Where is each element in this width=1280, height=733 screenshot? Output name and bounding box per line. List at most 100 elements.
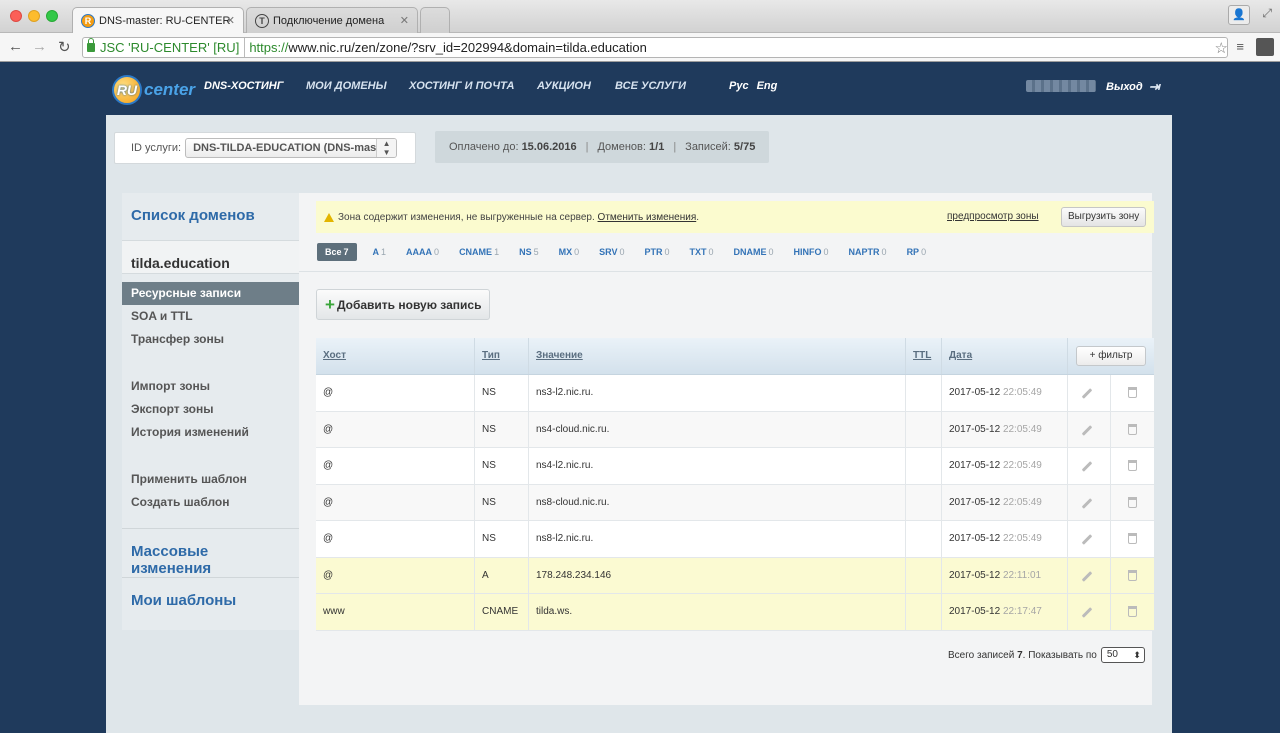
filter-tab-все[interactable]: Все 7 — [317, 243, 357, 261]
browser-tab-active[interactable]: R DNS-master: RU-CENTER ✕ — [72, 7, 244, 33]
sidebar-item-zone-import[interactable]: Импорт зоны — [122, 375, 299, 398]
nav-auction[interactable]: АУКЦИОН — [537, 80, 591, 92]
cell-date: 2017-05-12 22:11:01 — [942, 557, 1068, 593]
fullscreen-icon[interactable]: ⤢ — [1262, 6, 1272, 21]
filter-tab-dname[interactable]: DNAME 0 — [734, 247, 774, 257]
edit-pencil-icon[interactable] — [1081, 570, 1093, 582]
nav-all-services[interactable]: ВСЕ УСЛУГИ — [615, 80, 686, 92]
lang-en[interactable]: Eng — [757, 80, 778, 92]
filter-tab-ns[interactable]: NS 5 — [519, 247, 539, 257]
reload-icon[interactable]: ↻ — [58, 38, 71, 56]
filter-tab-a[interactable]: A1 — [373, 247, 387, 257]
edit-pencil-icon[interactable] — [1081, 534, 1093, 545]
my-templates-link[interactable]: Мои шаблоны — [131, 592, 290, 609]
edit-pencil-icon[interactable] — [1081, 497, 1093, 509]
sidebar-item-soa-ttl[interactable]: SOA и TTL — [122, 305, 299, 328]
record-time: 22:05:49 — [1002, 423, 1042, 435]
trash-icon[interactable] — [1128, 569, 1137, 581]
cell-host: @ — [316, 375, 475, 411]
extension-icon[interactable] — [1256, 38, 1274, 56]
chrome-menu-icon[interactable]: ≡ — [1236, 39, 1244, 54]
filter-tab-cname[interactable]: CNAME 1 — [459, 247, 499, 257]
tab-close-icon[interactable]: ✕ — [226, 14, 235, 27]
sidebar-item-zone-transfer[interactable]: Трансфер зоны — [122, 328, 299, 351]
filter-tab-mx[interactable]: MX 0 — [559, 247, 580, 257]
edit-pencil-icon[interactable] — [1081, 424, 1093, 436]
records-footer: Всего записей 7. Показывать по 50 — [948, 647, 1145, 663]
filter-count: 5 — [533, 247, 539, 257]
filter-tab-naptr[interactable]: NAPTR 0 — [849, 247, 887, 257]
sidebar-item-zone-export[interactable]: Экспорт зоны — [122, 398, 299, 421]
trash-icon[interactable] — [1128, 496, 1137, 508]
minimize-window-icon[interactable] — [28, 10, 40, 22]
filter-tab-hinfo[interactable]: HINFO 0 — [794, 247, 829, 257]
unsaved-changes-alert: Зона содержит изменения, не выгруженные … — [316, 201, 1154, 233]
nav-my-domains[interactable]: МОИ ДОМЕНЫ — [306, 80, 387, 92]
filter-tab-rp[interactable]: RP 0 — [907, 247, 927, 257]
tab-close-icon[interactable]: ✕ — [400, 14, 409, 27]
trash-icon[interactable] — [1128, 533, 1137, 544]
browser-tab[interactable]: T Подключение домена ✕ — [246, 7, 418, 33]
sidebar-item-resource-records[interactable]: Ресурсные записи — [122, 282, 299, 305]
logout-label: Выход — [1106, 81, 1143, 93]
cancel-changes-link[interactable]: Отменить изменения — [598, 212, 697, 223]
service-selected: DNS-TILDA-EDUCATION (DNS-master) — [193, 142, 394, 154]
new-tab-button[interactable] — [420, 7, 450, 33]
filter-tab-aaaa[interactable]: AAAA 0 — [406, 247, 439, 257]
col-date[interactable]: Дата — [942, 338, 1068, 374]
filter-label: TXT — [689, 247, 707, 257]
cell-value: ns8-l2.nic.ru. — [529, 521, 906, 557]
service-label: ID услуги: — [131, 142, 182, 154]
records-table: Хост Тип Значение TTL Дата + фильтр @ NS n… — [316, 338, 1154, 631]
filter-count: 0 — [881, 247, 887, 257]
cell-delete — [1111, 521, 1154, 557]
filter-tab-srv[interactable]: SRV 0 — [599, 247, 624, 257]
warning-icon — [324, 212, 334, 222]
nav-dns-hosting[interactable]: DNS-ХОСТИНГ — [204, 80, 284, 92]
forward-arrow-icon[interactable]: → — [32, 38, 47, 55]
record-date: 2017-05-12 — [949, 569, 1001, 581]
filter-button[interactable]: + фильтр — [1076, 346, 1146, 366]
add-record-button[interactable]: + Добавить новую запись — [316, 289, 491, 320]
back-arrow-icon[interactable]: ← — [8, 38, 23, 55]
profile-icon[interactable]: 👤 — [1228, 5, 1250, 25]
trash-icon[interactable] — [1128, 387, 1137, 398]
sidebar-item-apply-template[interactable]: Применить шаблон — [122, 468, 299, 491]
cell-edit — [1068, 448, 1111, 484]
edit-pencil-icon[interactable] — [1081, 388, 1093, 399]
logout-link[interactable]: Выход ⇥ — [1106, 79, 1160, 95]
domain-list-link[interactable]: Список доменов — [131, 207, 290, 224]
bookmark-star-icon[interactable]: ☆ — [1215, 39, 1228, 57]
col-ttl[interactable]: TTL — [906, 338, 942, 374]
filter-tab-txt[interactable]: TXT 0 — [690, 247, 714, 257]
lang-ru[interactable]: Рус — [729, 80, 749, 92]
filter-count: 0 — [434, 247, 440, 257]
trash-icon[interactable] — [1128, 606, 1137, 617]
main-panel: ID услуги: DNS-TILDA-EDUCATION (DNS-mast… — [106, 115, 1172, 733]
record-date: 2017-05-12 — [949, 387, 1001, 398]
zone-preview-link[interactable]: предпросмотр зоны — [947, 211, 1039, 222]
current-domain[interactable]: tilda.education — [122, 241, 299, 274]
ev-certificate-badge[interactable]: JSC 'RU-CENTER' [RU] — [83, 38, 246, 57]
edit-pencil-icon[interactable] — [1081, 607, 1093, 618]
nav-hosting-mail[interactable]: ХОСТИНГ И ПОЧТА — [409, 80, 514, 92]
sidebar-item-change-history[interactable]: История изменений — [122, 421, 299, 444]
select-arrows-icon: ▲ ▼ — [376, 139, 397, 157]
address-bar[interactable]: JSC 'RU-CENTER' [RU] https://www.nic.ru/… — [82, 37, 1228, 58]
per-page-select[interactable]: 50 — [1100, 647, 1145, 663]
filter-tab-ptr[interactable]: PTR 0 — [644, 247, 669, 257]
record-time: 22:05:49 — [1002, 387, 1042, 398]
close-window-icon[interactable] — [10, 10, 22, 22]
sidebar-item-create-template[interactable]: Создать шаблон — [122, 491, 299, 514]
col-host[interactable]: Хост — [316, 338, 475, 374]
ru-center-logo[interactable]: RU center — [112, 74, 195, 106]
col-value[interactable]: Значение — [529, 338, 906, 374]
trash-icon[interactable] — [1128, 423, 1137, 435]
service-select[interactable]: DNS-TILDA-EDUCATION (DNS-master) ▲ ▼ — [185, 138, 398, 158]
col-type[interactable]: Тип — [475, 338, 529, 374]
mass-changes-link[interactable]: Массовые изменения — [131, 543, 290, 577]
trash-icon[interactable] — [1128, 460, 1137, 471]
zoom-window-icon[interactable] — [46, 10, 58, 22]
export-zone-button[interactable]: Выгрузить зону — [1061, 207, 1147, 227]
edit-pencil-icon[interactable] — [1081, 461, 1093, 472]
